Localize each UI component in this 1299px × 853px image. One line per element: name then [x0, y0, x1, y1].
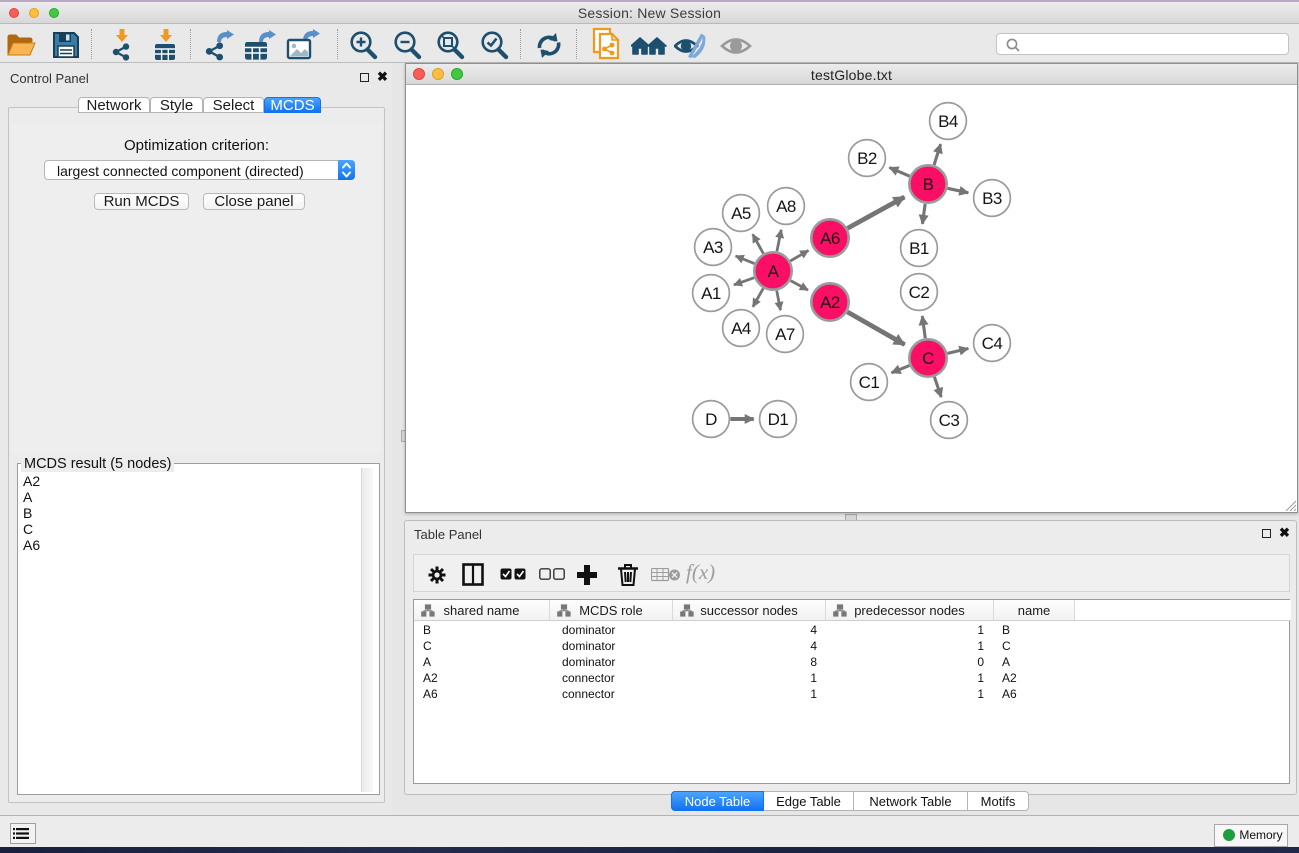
svg-text:A6: A6	[820, 229, 840, 248]
svg-text:D1: D1	[768, 410, 789, 429]
svg-text:B4: B4	[938, 112, 958, 131]
svg-text:C3: C3	[939, 411, 960, 430]
svg-text:A3: A3	[703, 238, 723, 257]
svg-text:C2: C2	[909, 283, 930, 302]
svg-text:B2: B2	[857, 149, 877, 168]
svg-text:A1: A1	[701, 284, 721, 303]
svg-text:B1: B1	[909, 239, 929, 258]
svg-text:A7: A7	[775, 325, 795, 344]
svg-text:A4: A4	[731, 319, 751, 338]
svg-text:C1: C1	[859, 373, 880, 392]
svg-text:B: B	[923, 175, 934, 194]
svg-text:C: C	[922, 349, 934, 368]
svg-text:A2: A2	[820, 293, 840, 312]
svg-text:B3: B3	[982, 189, 1002, 208]
svg-text:A8: A8	[776, 197, 796, 216]
svg-text:A5: A5	[731, 204, 751, 223]
svg-text:A: A	[768, 262, 780, 281]
svg-text:C4: C4	[982, 334, 1003, 353]
svg-text:D: D	[705, 410, 717, 429]
